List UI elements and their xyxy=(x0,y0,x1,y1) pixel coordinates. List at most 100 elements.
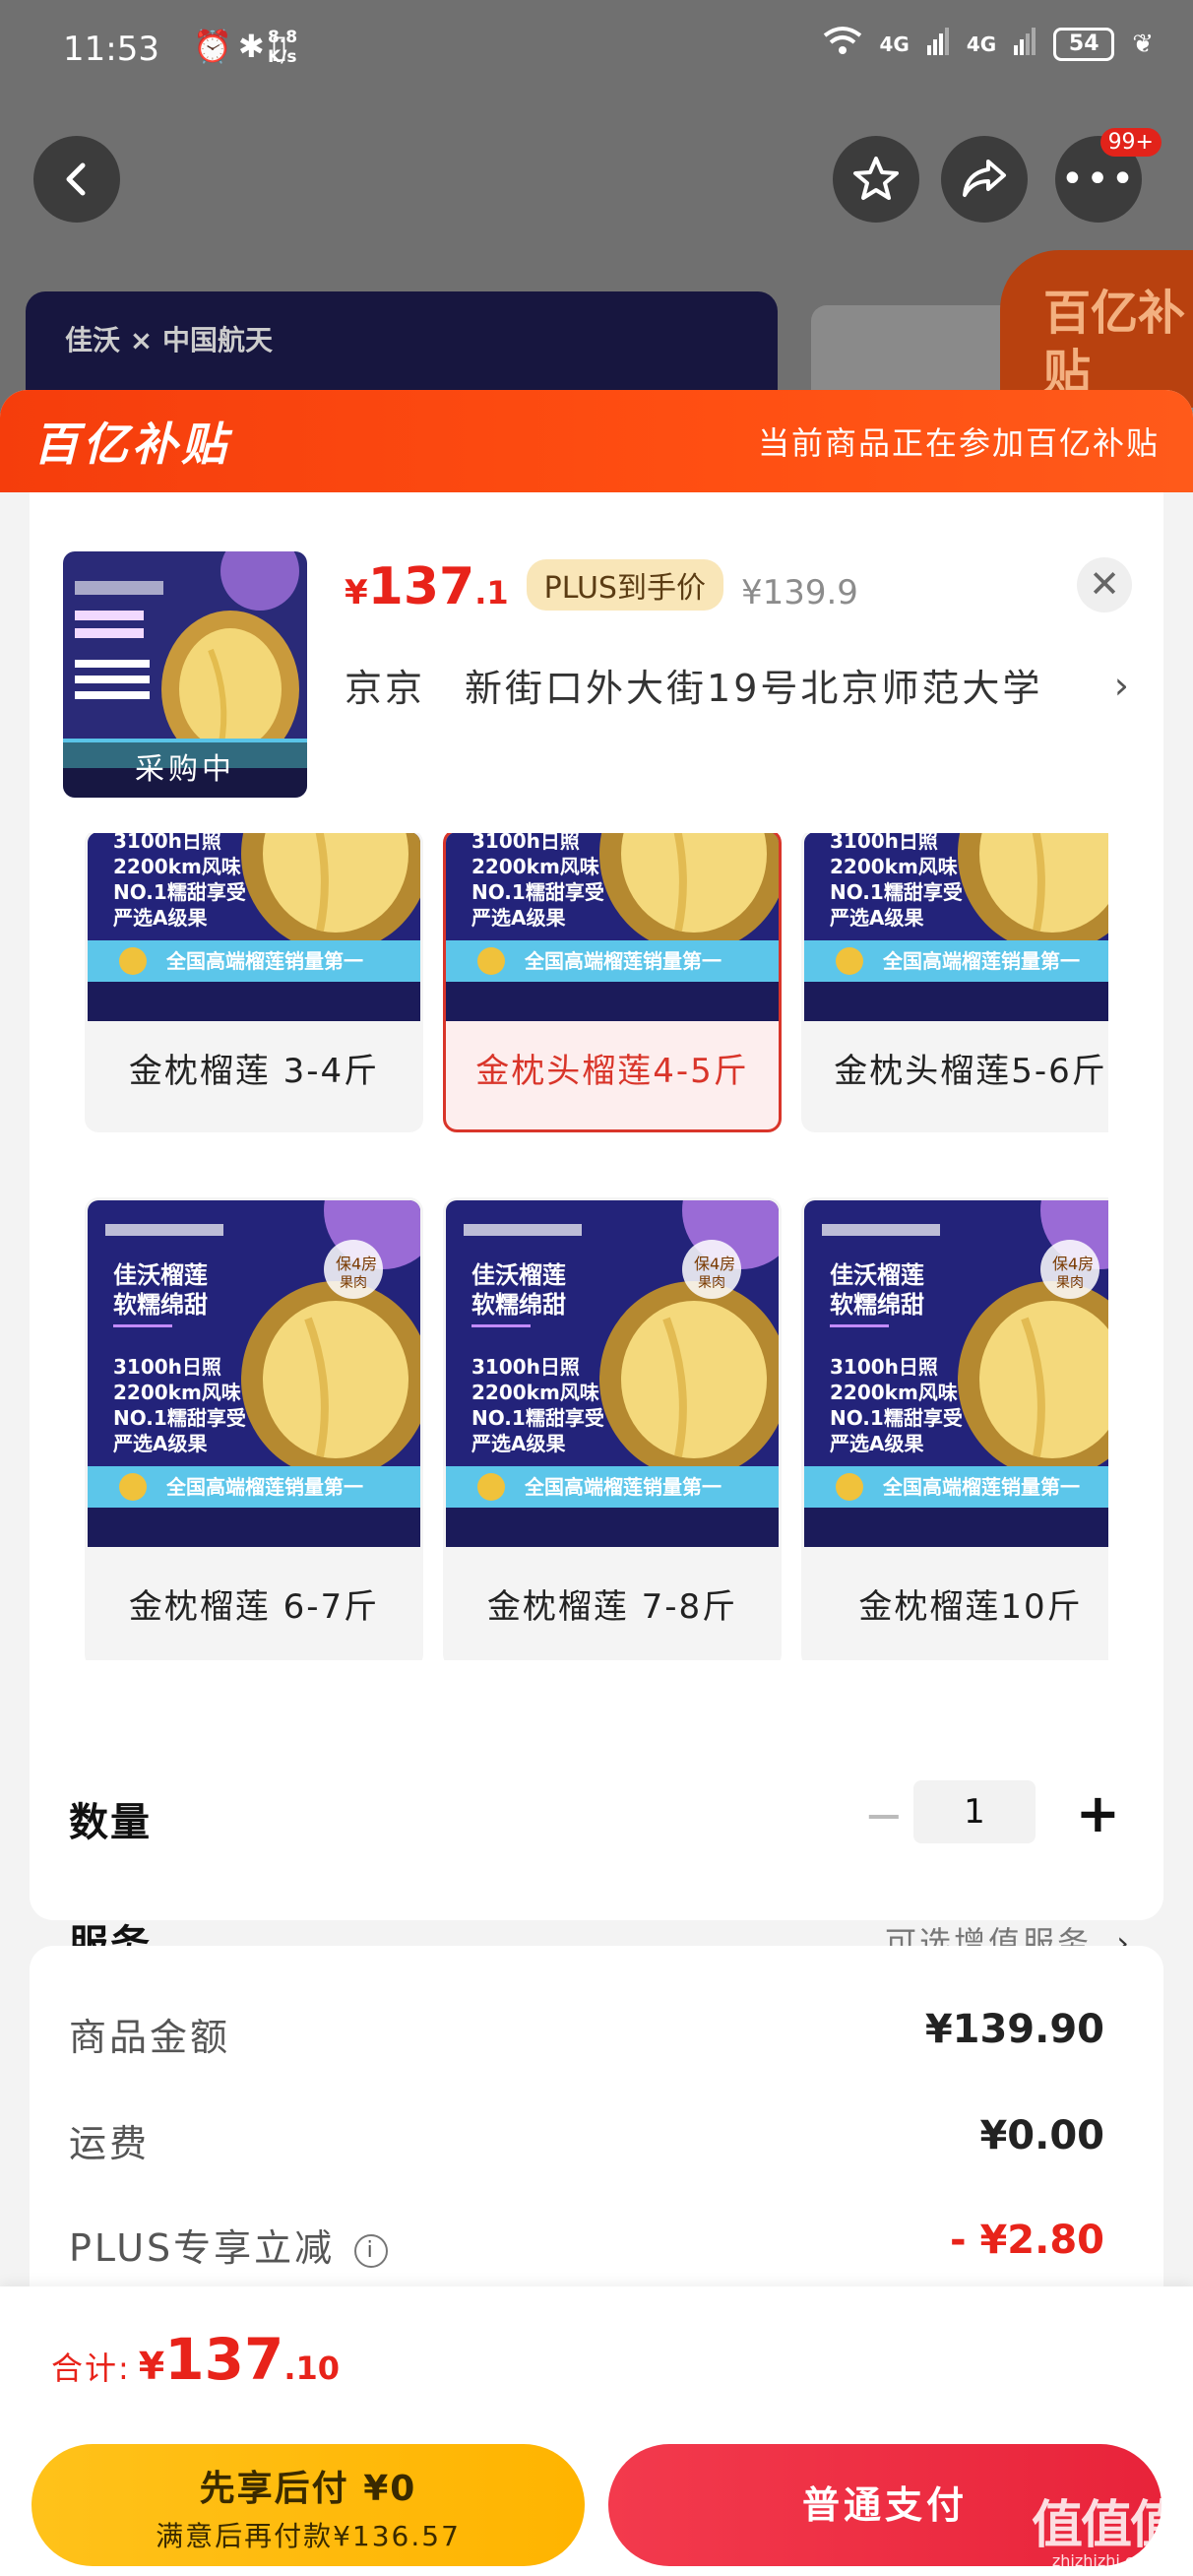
sku-options: 佳沃榴莲软糯绵甜3100h日照2200km风味NO.1糯甜享受严选A级果保4房果… xyxy=(85,833,1108,1660)
svg-text:NO.1糯甜享受: NO.1糯甜享受 xyxy=(113,1406,246,1430)
plus-price: ¥137.1 xyxy=(345,557,509,616)
sku-option[interactable]: 佳沃榴莲软糯绵甜3100h日照2200km风味NO.1糯甜享受严选A级果保4房果… xyxy=(443,1197,782,1660)
more-dots-icon: ••• xyxy=(1060,157,1137,202)
quantity-label: 数量 xyxy=(69,1800,152,1845)
svg-text:果肉: 果肉 xyxy=(1056,1275,1084,1291)
signal-icon-2 xyxy=(1014,26,1036,62)
goods-amount-value: ¥139.90 xyxy=(924,2007,1104,2052)
svg-text:全国高端榴莲销量第一: 全国高端榴莲销量第一 xyxy=(882,949,1080,973)
info-icon[interactable]: i xyxy=(354,2233,389,2268)
close-button[interactable]: ✕ xyxy=(1077,557,1132,612)
share-button[interactable] xyxy=(941,136,1028,223)
goods-amount-label: 商品金额 xyxy=(69,2016,231,2059)
pay-later-label: 先享后付 ¥0 xyxy=(199,2469,417,2509)
subsidy-header: 百亿补贴 当前商品正在参加百亿补贴 xyxy=(0,390,1193,492)
goods-amount-row: 商品金额 ¥139.90 xyxy=(69,2007,1104,2066)
durian-image: 佳沃榴莲软糯绵甜3100h日照2200km风味NO.1糯甜享受严选A级果保4房果… xyxy=(88,833,420,1021)
sku-option[interactable]: 佳沃榴莲软糯绵甜3100h日照2200km风味NO.1糯甜享受严选A级果保4房果… xyxy=(801,833,1108,1132)
svg-text:严选A级果: 严选A级果 xyxy=(112,906,207,930)
network-speed: 8.8 K/s xyxy=(268,28,298,67)
sku-option[interactable]: 佳沃榴莲软糯绵甜3100h日照2200km风味NO.1糯甜享受严选A级果保4房果… xyxy=(443,833,782,1132)
durian-image: 佳沃榴莲软糯绵甜3100h日照2200km风味NO.1糯甜享受严选A级果保4房果… xyxy=(804,1200,1108,1547)
status-right: 4G 4G 54 ❦ xyxy=(823,26,1154,62)
svg-text:软糯绵甜: 软糯绵甜 xyxy=(113,1291,208,1319)
wifi-icon xyxy=(823,26,862,62)
svg-text:严选A级果: 严选A级果 xyxy=(471,1432,565,1455)
thumbnail-status: 采购中 xyxy=(63,742,307,798)
sku-option-label: 金枕榴莲 3-4斤 xyxy=(128,1052,380,1091)
svg-text:软糯绵甜: 软糯绵甜 xyxy=(830,1291,924,1319)
svg-text:严选A级果: 严选A级果 xyxy=(471,906,565,930)
sku-option-label: 金枕头榴莲5-6斤 xyxy=(834,1052,1107,1091)
price-row: ¥137.1 PLUS到手价 ¥139.9 xyxy=(345,557,858,616)
banner-brand: 佳沃 × 中国航天 xyxy=(65,324,273,356)
svg-text:NO.1糯甜享受: NO.1糯甜享受 xyxy=(471,880,604,904)
battery-indicator: 54 xyxy=(1053,27,1115,61)
durian-image: 佳沃榴莲软糯绵甜3100h日照2200km风味NO.1糯甜享受严选A级果保4房果… xyxy=(446,833,779,1021)
quantity-minus-button[interactable]: − xyxy=(864,1788,904,1843)
address-row[interactable]: 京京 新街口外大街19号北京师范大学 › xyxy=(345,658,1132,712)
signal-label-1: 4G xyxy=(879,32,910,56)
signal-icon-1 xyxy=(926,26,949,62)
status-bar: 11:53 ⏰✱▯ 8.8 K/s 4G 4G 54 ❦ xyxy=(0,0,1193,98)
sku-option-label: 金枕头榴莲4-5斤 xyxy=(475,1052,749,1091)
svg-text:佳沃榴莲: 佳沃榴莲 xyxy=(113,1261,208,1289)
plus-discount-label: PLUS专享立减 xyxy=(69,2226,336,2270)
address-city: 京京 xyxy=(345,667,426,710)
chevron-left-icon xyxy=(66,162,86,196)
sku-option[interactable]: 佳沃榴莲软糯绵甜 3100h日照2200km风味NO.1糯甜享受严选A级果 保4房果… xyxy=(85,1197,423,1660)
quantity-plus-button[interactable]: + xyxy=(1076,1782,1120,1844)
total-label: 合计: xyxy=(51,2350,131,2387)
svg-text:严选A级果: 严选A级果 xyxy=(829,906,923,930)
back-button[interactable] xyxy=(33,136,120,223)
more-button[interactable]: ••• 99+ xyxy=(1055,128,1162,223)
product-thumbnail[interactable]: 采购中 xyxy=(63,551,307,798)
pay-later-button[interactable]: 先享后付 ¥0 满意后再付款¥136.57 xyxy=(31,2444,585,2566)
svg-text:3100h日照: 3100h日照 xyxy=(471,833,580,853)
svg-text:3100h日照: 3100h日照 xyxy=(830,833,938,853)
checkout-bar: 合计: ¥137.10 先享后付 ¥0 满意后再付款¥136.57 普通支付 值… xyxy=(0,2286,1193,2576)
pay-later-sublabel: 满意后再付款¥136.57 xyxy=(156,2520,461,2552)
background-subsidy-badge: 百亿补贴 xyxy=(1000,250,1193,408)
svg-text:全国高端榴莲销量第一: 全国高端榴莲销量第一 xyxy=(524,949,722,973)
svg-text:全国高端榴莲销量第一: 全国高端榴莲销量第一 xyxy=(882,1475,1080,1499)
address-detail: 新街口外大街19号北京师范大学 xyxy=(465,667,1043,710)
leaf-icon: ❦ xyxy=(1132,29,1154,59)
chevron-right-icon: › xyxy=(1113,663,1132,707)
svg-text:2200km风味: 2200km风味 xyxy=(471,855,599,878)
sku-option[interactable]: 佳沃榴莲软糯绵甜3100h日照2200km风味NO.1糯甜享受严选A级果保4房果… xyxy=(801,1197,1108,1660)
svg-text:3100h日照: 3100h日照 xyxy=(113,1355,221,1379)
svg-text:佳沃榴莲: 佳沃榴莲 xyxy=(471,1261,566,1289)
shipping-value: ¥0.00 xyxy=(979,2113,1104,2158)
plus-price-tag: PLUS到手价 xyxy=(526,559,723,611)
durian-image: 佳沃榴莲软糯绵甜3100h日照2200km风味NO.1糯甜享受严选A级果保4房果… xyxy=(804,833,1108,1021)
svg-text:2200km风味: 2200km风味 xyxy=(471,1381,599,1404)
svg-text:NO.1糯甜享受: NO.1糯甜享受 xyxy=(830,880,963,904)
svg-text:2200km风味: 2200km风味 xyxy=(113,1381,241,1404)
background-page: 11:53 ⏰✱▯ 8.8 K/s 4G 4G 54 ❦ ••• 99+ 佳沃 … xyxy=(0,0,1193,433)
quantity-row: 数量 − 1 + xyxy=(69,1780,1132,1859)
svg-text:保4房: 保4房 xyxy=(336,1255,377,1273)
status-time: 11:53 xyxy=(63,30,159,69)
site-watermark: 值值值 zhizhizhi.com xyxy=(1031,2496,1181,2570)
durian-image: 佳沃榴莲软糯绵甜 3100h日照2200km风味NO.1糯甜享受严选A级果 保4房果… xyxy=(88,1200,420,1547)
subsidy-tip: 当前商品正在参加百亿补贴 xyxy=(757,424,1160,462)
svg-text:软糯绵甜: 软糯绵甜 xyxy=(471,1291,566,1319)
durian-image: 佳沃榴莲软糯绵甜3100h日照2200km风味NO.1糯甜享受严选A级果保4房果… xyxy=(446,1200,779,1547)
sku-option-label: 金枕榴莲 7-8斤 xyxy=(486,1587,738,1627)
svg-text:果肉: 果肉 xyxy=(698,1275,725,1291)
order-total: 合计: ¥137.10 xyxy=(51,2326,341,2393)
quantity-input[interactable]: 1 xyxy=(913,1780,1036,1843)
svg-text:果肉: 果肉 xyxy=(340,1275,367,1291)
sku-option[interactable]: 佳沃榴莲软糯绵甜3100h日照2200km风味NO.1糯甜享受严选A级果保4房果… xyxy=(85,833,423,1132)
svg-text:保4房: 保4房 xyxy=(1052,1255,1094,1273)
svg-text:NO.1糯甜享受: NO.1糯甜享受 xyxy=(113,880,246,904)
svg-text:严选A级果: 严选A级果 xyxy=(112,1432,207,1455)
message-badge: 99+ xyxy=(1099,128,1162,157)
subsidy-logo: 百亿补贴 xyxy=(33,418,230,471)
svg-text:保4房: 保4房 xyxy=(694,1255,735,1273)
svg-text:全国高端榴莲销量第一: 全国高端榴莲销量第一 xyxy=(524,1475,722,1499)
signal-label-2: 4G xyxy=(966,32,997,56)
svg-text:NO.1糯甜享受: NO.1糯甜享受 xyxy=(830,1406,963,1430)
favorite-button[interactable] xyxy=(833,136,919,223)
